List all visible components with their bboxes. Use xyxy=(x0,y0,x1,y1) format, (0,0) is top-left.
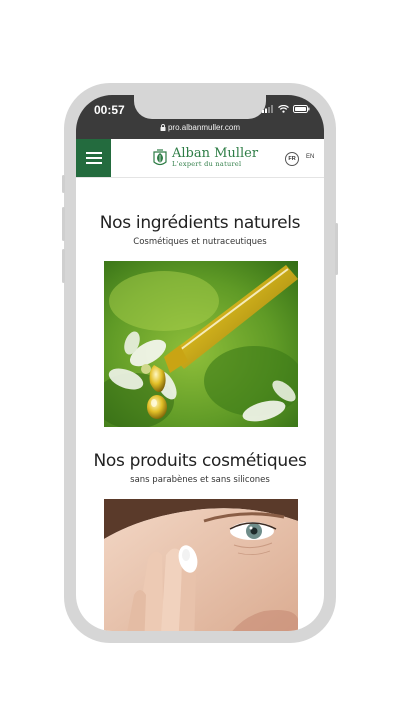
power-button xyxy=(335,223,338,275)
woman-applying-cream-photo xyxy=(104,499,298,631)
lock-icon xyxy=(160,124,166,131)
hamburger-menu-button[interactable] xyxy=(76,139,111,177)
phone-frame: 00:57 pro.albanmuller.com Alban Muller L… xyxy=(62,83,338,643)
url-text: pro.albanmuller.com xyxy=(167,123,241,132)
menu-line xyxy=(85,162,102,164)
section-subtitle-cosmetics: sans parabènes et sans silicones xyxy=(130,475,270,485)
notch xyxy=(134,95,266,119)
address-bar[interactable]: pro.albanmuller.com xyxy=(76,123,324,132)
volume-down-button xyxy=(62,249,65,283)
oil-dropper-photo xyxy=(104,261,298,427)
brand-text: Alban Muller L'expert du naturel xyxy=(172,147,258,168)
language-fr-button[interactable]: FR xyxy=(285,152,299,166)
signal-icon xyxy=(262,105,273,113)
browser-status-bar: 00:57 pro.albanmuller.com xyxy=(76,95,324,139)
brand-name: Alban Muller xyxy=(172,146,259,161)
status-time: 00:57 xyxy=(94,103,125,117)
brand-tagline: L'expert du naturel xyxy=(172,160,242,168)
natural-ingredients-image[interactable] xyxy=(104,261,298,427)
battery-icon xyxy=(293,105,310,113)
phone-screen: 00:57 pro.albanmuller.com Alban Muller L… xyxy=(76,95,324,631)
site-header: Alban Muller L'expert du naturel FR EN xyxy=(76,139,324,178)
menu-line xyxy=(85,152,102,154)
status-icons xyxy=(262,105,310,113)
section-title-ingredients: Nos ingrédients naturels xyxy=(99,213,301,233)
section-title-cosmetics: Nos produits cosmétiques xyxy=(93,451,307,471)
cosmetic-products-image[interactable] xyxy=(104,499,298,631)
wifi-icon xyxy=(278,105,289,113)
language-en-button[interactable]: EN xyxy=(306,154,314,160)
volume-up-button xyxy=(62,207,65,241)
menu-line xyxy=(85,157,102,159)
mute-switch xyxy=(62,175,65,193)
brand-logo[interactable]: Alban Muller L'expert du naturel xyxy=(152,147,258,168)
leaf-emblem-icon xyxy=(153,148,167,165)
section-subtitle-ingredients: Cosmétiques et nutraceutiques xyxy=(133,237,267,247)
